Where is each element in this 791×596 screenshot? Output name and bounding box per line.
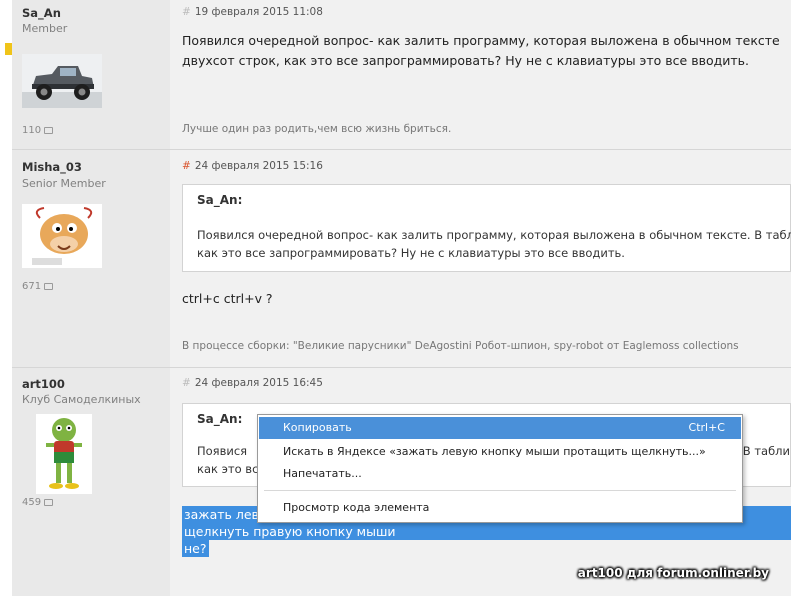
menu-item-search-yandex[interactable]: Искать в Яндексе «зажать левую кнопку мы… bbox=[259, 441, 741, 463]
menu-item-copy[interactable]: Копировать Ctrl+C bbox=[259, 417, 741, 439]
username[interactable]: art100 bbox=[22, 377, 65, 391]
post-misha-03: Misha_03 Senior Member 671 #24 февраля 2… bbox=[12, 150, 791, 368]
permalink-hash[interactable]: # bbox=[182, 6, 191, 18]
selected-text-line[interactable]: щелкнуть правую кнопку мыши bbox=[182, 523, 791, 540]
quote-author: Sa_An: bbox=[197, 412, 243, 426]
post-count: 459 bbox=[22, 497, 54, 508]
user-rank: Клуб Самоделкиных bbox=[22, 393, 141, 406]
menu-item-label: Копировать bbox=[283, 421, 352, 434]
post-count-value: 110 bbox=[22, 125, 42, 136]
permalink-hash[interactable]: # bbox=[182, 377, 191, 389]
menu-item-print[interactable]: Напечатать... bbox=[259, 463, 741, 485]
post-meta: #24 февраля 2015 15:16 bbox=[182, 160, 323, 172]
post-message-line: Появился очередной вопрос- как залить пр… bbox=[182, 33, 780, 48]
post-author-panel: art100 Клуб Самоделкиных 459 bbox=[12, 368, 170, 596]
post-sa-an: Sa_An Member 110 #19 февраля 2015 11:08 … bbox=[12, 0, 791, 150]
username[interactable]: Sa_An bbox=[22, 6, 61, 20]
watermark: art100 для forum.onliner.by bbox=[577, 566, 769, 580]
post-message-line: двухсот строк, как это все запрограммиро… bbox=[182, 53, 749, 68]
post-date: 24 февраля 2015 15:16 bbox=[194, 160, 323, 172]
post-content: #19 февраля 2015 11:08 Появился очередно… bbox=[170, 0, 791, 149]
avatar[interactable] bbox=[36, 414, 92, 498]
post-meta: #19 февраля 2015 11:08 bbox=[182, 6, 323, 18]
permalink-hash[interactable]: # bbox=[182, 160, 191, 172]
signature: Лучше один раз родить,чем всю жизнь брит… bbox=[182, 123, 452, 135]
signature: В процессе сборки: "Великие парусники" D… bbox=[182, 340, 739, 352]
speech-bubble-icon bbox=[44, 126, 54, 134]
speech-bubble-icon bbox=[44, 282, 54, 290]
quote-text-line-start: Появися bbox=[197, 444, 248, 458]
post-meta: #24 февраля 2015 16:45 bbox=[182, 377, 323, 389]
menu-item-inspect-element[interactable]: Просмотр кода элемента bbox=[259, 497, 741, 519]
menu-separator bbox=[264, 490, 736, 491]
user-rank: Senior Member bbox=[22, 177, 106, 190]
quote-text-line-start: как это вс bbox=[197, 462, 259, 476]
post-date: 19 февраля 2015 11:08 bbox=[194, 6, 323, 18]
post-count: 671 bbox=[22, 281, 54, 292]
quote-text-line-end: . В табли bbox=[735, 444, 790, 458]
menu-item-shortcut: Ctrl+C bbox=[688, 421, 725, 434]
user-rank: Member bbox=[22, 22, 68, 35]
speech-bubble-icon bbox=[44, 498, 54, 506]
post-content: #24 февраля 2015 15:16 Sa_An: Появился о… bbox=[170, 150, 791, 367]
quote-text-line: Появился очередной вопрос- как залить пр… bbox=[197, 228, 791, 242]
quote-text-line: как это все запрограммировать? Ну не с к… bbox=[197, 246, 625, 260]
quote-author: Sa_An: bbox=[197, 193, 243, 207]
selected-text-line[interactable]: не? bbox=[182, 540, 209, 557]
post-count-value: 459 bbox=[22, 497, 42, 508]
quote-block: Sa_An: Появился очередной вопрос- как за… bbox=[182, 184, 791, 272]
post-message: ctrl+c ctrl+v ? bbox=[182, 291, 273, 306]
post-count-value: 671 bbox=[22, 281, 42, 292]
post-author-panel: Sa_An Member 110 bbox=[12, 0, 170, 149]
post-count: 110 bbox=[22, 125, 54, 136]
context-menu: Копировать Ctrl+C Искать в Яндексе «зажат… bbox=[257, 414, 743, 523]
username[interactable]: Misha_03 bbox=[22, 160, 82, 174]
avatar[interactable] bbox=[22, 204, 102, 272]
avatar[interactable] bbox=[22, 54, 102, 112]
post-date: 24 февраля 2015 16:45 bbox=[194, 377, 323, 389]
post-author-panel: Misha_03 Senior Member 671 bbox=[12, 150, 170, 367]
